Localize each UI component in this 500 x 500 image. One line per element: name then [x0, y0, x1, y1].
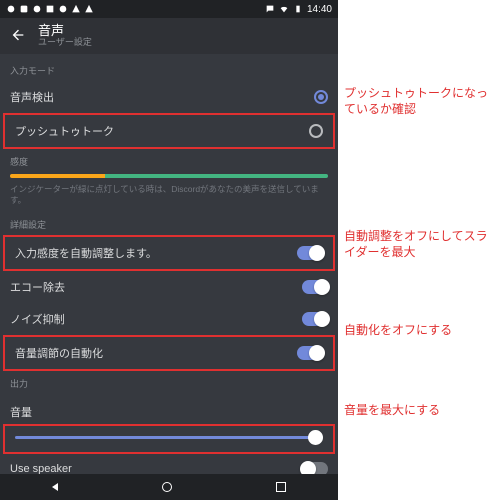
- chat-icon: [265, 4, 275, 14]
- toggle-on-icon[interactable]: [302, 312, 328, 326]
- toggle-on-icon[interactable]: [297, 346, 323, 360]
- battery-icon: [293, 4, 303, 14]
- android-status-bar: 14:40: [0, 0, 338, 18]
- wifi-icon: [279, 4, 289, 14]
- toggle-use-speaker[interactable]: Use speaker: [0, 454, 338, 474]
- section-advanced: 詳細設定: [0, 212, 338, 235]
- toggle-auto-gain[interactable]: 音量調節の自動化: [3, 335, 335, 371]
- app-header: 音声 ユーザー設定: [0, 18, 338, 54]
- settings-content: 入力モード 音声検出 プッシュトゥトーク 感度 インジケーターが緑に点灯している…: [0, 54, 338, 474]
- toggle-noise-suppress[interactable]: ノイズ抑制: [0, 303, 338, 335]
- volume-slider-row[interactable]: [3, 424, 335, 454]
- section-output: 出力: [0, 371, 338, 394]
- status-notification-icons: [6, 4, 94, 14]
- back-arrow-icon[interactable]: [10, 27, 26, 46]
- toggle-on-icon[interactable]: [297, 246, 323, 260]
- nav-recent-icon[interactable]: [276, 482, 286, 492]
- toggle-echo-cancel[interactable]: エコー除去: [0, 271, 338, 303]
- toggle-off-icon[interactable]: [302, 462, 328, 474]
- sensitivity-hint: インジケーターが緑に点灯している時は、Discordがあなたの美声を送信していま…: [0, 184, 338, 212]
- slider-thumb-icon[interactable]: [308, 430, 323, 445]
- annotation-2: 自動調整をオフにしてスライダーを最大: [344, 228, 496, 260]
- nav-back-icon[interactable]: [52, 483, 58, 491]
- toggle-auto-sensitivity[interactable]: 入力感度を自動調整します。: [3, 235, 335, 271]
- sensitivity-indicator: [10, 174, 328, 178]
- section-input-mode: 入力モード: [0, 58, 338, 81]
- radio-off-icon[interactable]: [309, 124, 323, 138]
- volume-slider[interactable]: [15, 436, 323, 439]
- section-sensitivity: 感度: [0, 149, 338, 172]
- page-subtitle: ユーザー設定: [38, 38, 92, 48]
- radio-on-icon[interactable]: [314, 90, 328, 104]
- volume-label: 音量: [10, 404, 328, 420]
- annotation-4: 音量を最大にする: [344, 402, 496, 418]
- option-voice-detect[interactable]: 音声検出: [0, 81, 338, 113]
- nav-home-icon[interactable]: [162, 482, 172, 492]
- annotation-panel: プッシュトゥトークになっているか確認 自動調整をオフにしてスライダーを最大 自動…: [338, 0, 500, 500]
- option-push-to-talk[interactable]: プッシュトゥトーク: [3, 113, 335, 149]
- toggle-on-icon[interactable]: [302, 280, 328, 294]
- annotation-3: 自動化をオフにする: [344, 322, 496, 338]
- android-nav-bar: [0, 474, 338, 500]
- status-system-icons: 14:40: [265, 4, 332, 15]
- clock: 14:40: [307, 4, 332, 15]
- phone-screen: 14:40 音声 ユーザー設定 入力モード 音声検出 プッシュトゥトーク 感度 …: [0, 0, 338, 500]
- annotation-1: プッシュトゥトークになっているか確認: [344, 85, 496, 117]
